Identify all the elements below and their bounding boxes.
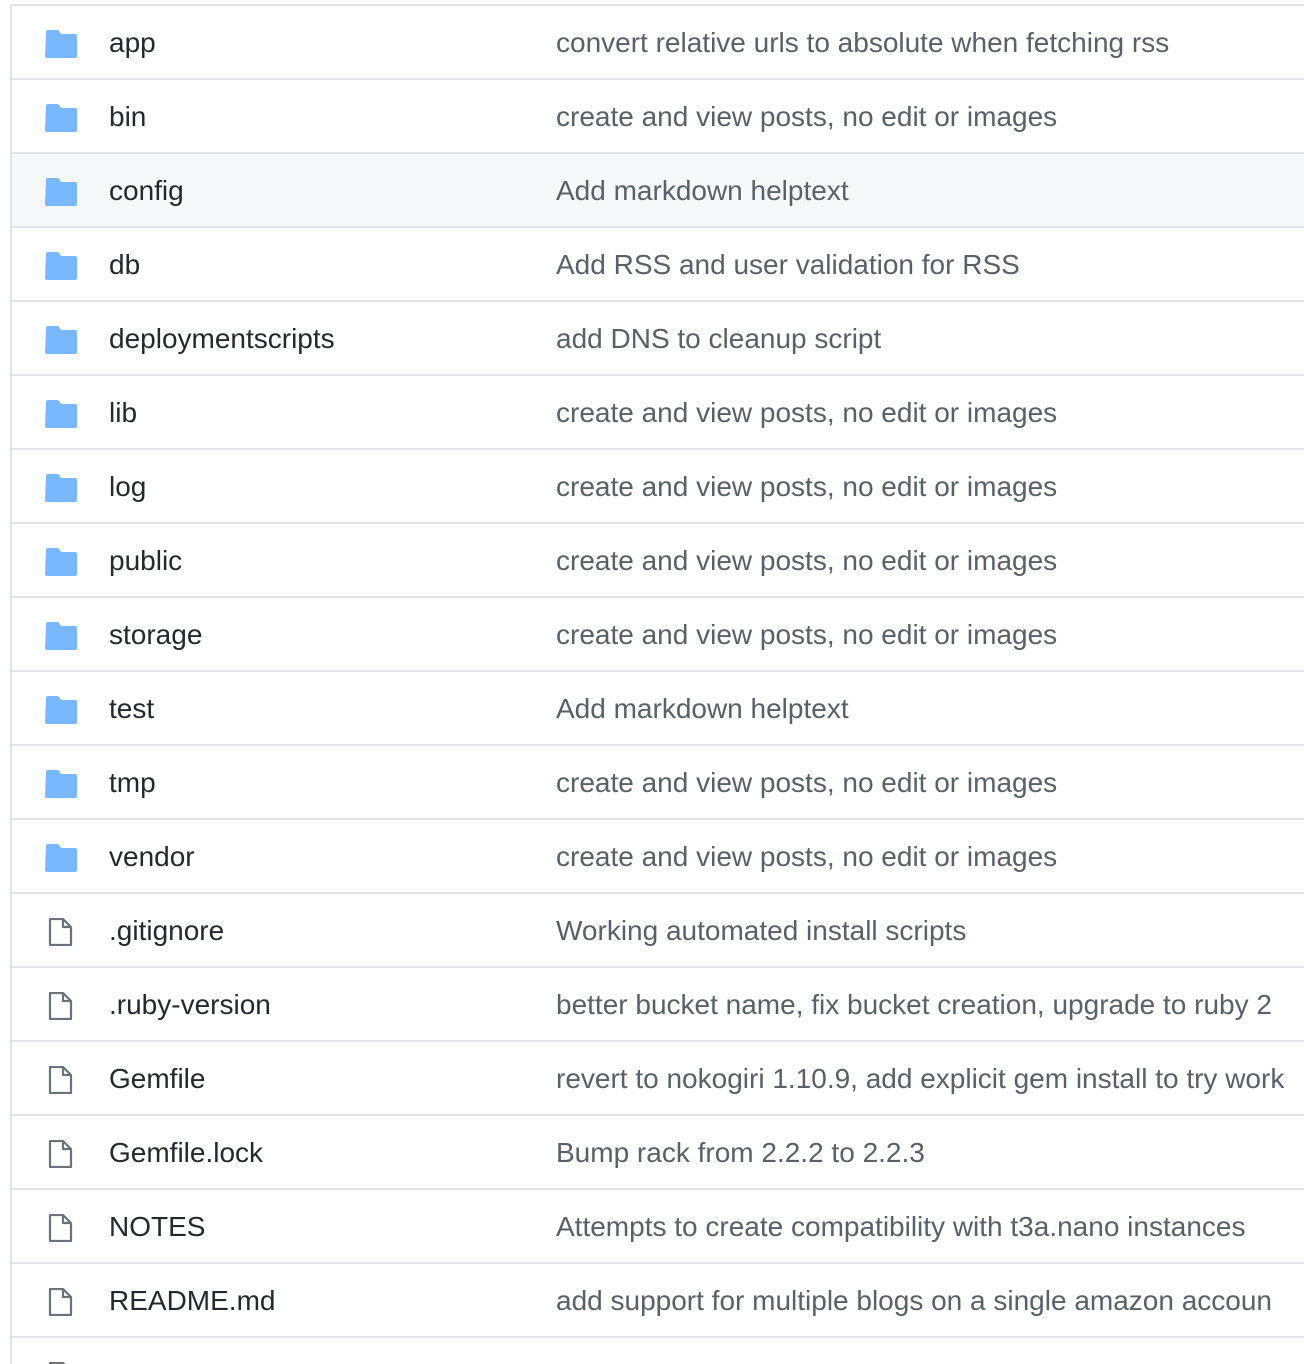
file-name-link[interactable]: db [109, 248, 140, 282]
file-name-link[interactable]: .gitignore [109, 914, 224, 948]
file-name-link[interactable]: deploymentscripts [109, 322, 335, 356]
commit-message-link[interactable]: add DNS to cleanup script [556, 322, 881, 356]
file-name-link[interactable]: .ruby-version [109, 988, 271, 1022]
file-row[interactable]: .ruby-version better bucket name, fix buc… [12, 968, 1304, 1042]
commit-message-link[interactable]: better bucket name, fix bucket creation,… [556, 988, 1272, 1022]
file-icon [44, 918, 78, 946]
file-row[interactable]: Gemfile revert to nokogiri 1.10.9, add ex… [12, 1042, 1304, 1116]
folder-row[interactable]: deploymentscripts add DNS to cleanup scri… [12, 302, 1304, 376]
commit-message-link[interactable]: create and view posts, no edit or images [556, 766, 1057, 800]
commit-message-link[interactable]: Bump rack from 2.2.2 to 2.2.3 [556, 1136, 925, 1170]
commit-message-link[interactable]: create and view posts, no edit or images [556, 396, 1057, 430]
folder-icon [44, 326, 78, 354]
file-icon [44, 1288, 78, 1316]
folder-icon [44, 770, 78, 798]
commit-message-link[interactable]: Add RSS and user validation for RSS [556, 248, 1020, 282]
commit-message-link[interactable]: add support for multiple blogs on a sing… [556, 1284, 1272, 1318]
folder-row[interactable]: vendor create and view posts, no edit or … [12, 820, 1304, 894]
file-name-link[interactable]: Gemfile [109, 1062, 205, 1096]
commit-message-link[interactable]: create and view posts, no edit or images [556, 100, 1057, 134]
commit-message-link[interactable]: revert to nokogiri 1.10.9, add explicit … [556, 1062, 1284, 1096]
folder-row[interactable]: config Add markdown helptext [12, 154, 1304, 228]
file-row[interactable]: .gitignore Working automated install scri… [12, 894, 1304, 968]
commit-message-link[interactable]: create and view posts, no edit or images [556, 544, 1057, 578]
folder-icon [44, 844, 78, 872]
commit-message-link[interactable]: Attempts to create compatibility with t3… [556, 1210, 1245, 1244]
file-name-link[interactable]: lib [109, 396, 137, 430]
folder-icon [44, 178, 78, 206]
file-name-link[interactable]: README.md [109, 1284, 275, 1318]
commit-message-link[interactable]: create and view posts, no edit or images [556, 470, 1057, 504]
commit-message-link[interactable]: create and view posts, no edit or images [556, 840, 1057, 874]
commit-message-link[interactable]: Add markdown helptext [556, 692, 849, 726]
file-name-link[interactable]: storage [109, 618, 202, 652]
commit-message-link[interactable]: create and view posts, no edit or images [556, 618, 1057, 652]
file-row[interactable]: Gemfile.lock Bump rack from 2.2.2 to 2.2.… [12, 1116, 1304, 1190]
folder-icon [44, 548, 78, 576]
file-icon [44, 992, 78, 1020]
folder-row[interactable]: public create and view posts, no edit or … [12, 524, 1304, 598]
file-name-link[interactable]: NOTES [109, 1210, 205, 1244]
folder-row[interactable]: storage create and view posts, no edit or… [12, 598, 1304, 672]
file-name-link[interactable]: test [109, 692, 154, 726]
folder-row[interactable]: test Add markdown helptext [12, 672, 1304, 746]
commit-message-link[interactable]: Add markdown helptext [556, 174, 849, 208]
file-row[interactable]: README.md add support for multiple blogs … [12, 1264, 1304, 1338]
folder-icon [44, 252, 78, 280]
file-row[interactable]: NOTES Attempts to create compatibility wi… [12, 1190, 1304, 1264]
file-icon [44, 1140, 78, 1168]
commit-message-link[interactable]: Working automated install scripts [556, 914, 966, 948]
folder-row[interactable]: tmp create and view posts, no edit or ima… [12, 746, 1304, 820]
file-icon [44, 1066, 78, 1094]
file-name-link[interactable]: config [109, 174, 184, 208]
file-row[interactable] [12, 1338, 1304, 1364]
folder-row[interactable]: bin create and view posts, no edit or ima… [12, 80, 1304, 154]
file-name-link[interactable]: app [109, 26, 156, 60]
folder-icon [44, 474, 78, 502]
file-icon [44, 1214, 78, 1242]
folder-icon [44, 104, 78, 132]
file-name-link[interactable]: vendor [109, 840, 195, 874]
file-name-link[interactable]: log [109, 470, 146, 504]
file-name-link[interactable]: public [109, 544, 182, 578]
folder-row[interactable]: lib create and view posts, no edit or ima… [12, 376, 1304, 450]
file-name-link[interactable]: Gemfile.lock [109, 1136, 263, 1170]
folder-icon [44, 622, 78, 650]
folder-row[interactable]: db Add RSS and user validation for RSS [12, 228, 1304, 302]
folder-icon [44, 696, 78, 724]
folder-row[interactable]: app convert relative urls to absolute whe… [12, 6, 1304, 80]
folder-row[interactable]: log create and view posts, no edit or ima… [12, 450, 1304, 524]
folder-icon [44, 30, 78, 58]
commit-message-link[interactable]: convert relative urls to absolute when f… [556, 26, 1169, 60]
file-name-link[interactable]: tmp [109, 766, 156, 800]
file-list: app convert relative urls to absolute whe… [10, 4, 1304, 1364]
file-name-link[interactable]: bin [109, 100, 146, 134]
folder-icon [44, 400, 78, 428]
